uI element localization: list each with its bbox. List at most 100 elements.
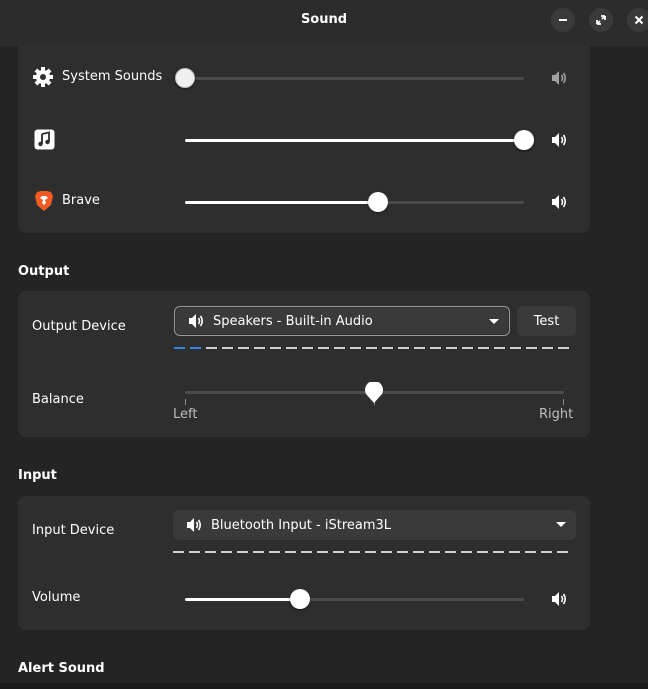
maximize-button[interactable] — [589, 8, 613, 32]
output-section-title: Output — [18, 264, 70, 279]
minimize-button[interactable] — [551, 8, 575, 32]
slider-knob[interactable] — [368, 192, 388, 212]
level-segment — [269, 551, 280, 553]
level-segment — [350, 347, 361, 349]
level-segment — [509, 551, 520, 553]
slider-fill — [185, 139, 524, 142]
level-segment — [286, 347, 297, 349]
speaker-icon — [187, 518, 202, 532]
level-segment — [270, 347, 281, 349]
system-sounds-volume-slider[interactable] — [175, 68, 524, 88]
level-segment — [382, 347, 393, 349]
music-note-icon — [33, 128, 55, 150]
level-segment — [446, 347, 457, 349]
input-volume-slider[interactable] — [185, 589, 524, 609]
level-segment — [430, 347, 441, 349]
input-section-title: Input — [18, 468, 57, 483]
level-segment — [526, 347, 537, 349]
level-segment — [238, 347, 249, 349]
slider-fill — [185, 598, 300, 601]
level-segment — [493, 551, 504, 553]
alert-sound-section-title: Alert Sound — [18, 661, 105, 676]
level-segment — [494, 347, 505, 349]
chevron-down-icon — [489, 319, 499, 324]
slider-knob[interactable] — [175, 68, 195, 88]
app-name-system-sounds: System Sounds — [62, 69, 163, 84]
level-segment — [557, 551, 568, 553]
level-segment — [302, 347, 313, 349]
level-segment — [429, 551, 440, 553]
level-segment — [397, 551, 408, 553]
level-segment — [205, 551, 216, 553]
minimize-icon — [559, 19, 567, 21]
level-segment — [461, 551, 472, 553]
level-segment — [541, 551, 552, 553]
level-segment — [254, 347, 265, 349]
speaker-icon[interactable] — [549, 192, 569, 212]
level-segment — [478, 347, 489, 349]
level-segment — [237, 551, 248, 553]
volume-label: Volume — [32, 590, 81, 605]
level-segment — [558, 347, 569, 349]
brave-volume-slider[interactable] — [185, 192, 524, 212]
balance-right-label: Right — [539, 407, 574, 422]
level-segment — [190, 347, 201, 349]
output-device-value: Speakers - Built-in Audio — [213, 313, 373, 329]
test-button[interactable]: Test — [517, 306, 576, 336]
speaker-dim-icon[interactable] — [549, 68, 569, 88]
output-device-dropdown[interactable]: Speakers - Built-in Audio — [174, 306, 510, 336]
level-segment — [174, 347, 185, 349]
level-segment — [366, 347, 377, 349]
level-segment — [510, 347, 521, 349]
window-edge — [618, 46, 648, 689]
brave-lion-icon — [33, 190, 55, 212]
level-segment — [542, 347, 553, 349]
level-segment — [477, 551, 488, 553]
desktop-background-strip — [0, 683, 648, 689]
level-segment — [525, 551, 536, 553]
speaker-icon — [189, 314, 204, 328]
level-segment — [189, 551, 200, 553]
level-segment — [222, 347, 233, 349]
slider-fill — [185, 201, 378, 204]
input-device-dropdown[interactable]: Bluetooth Input - iStream3L — [173, 510, 576, 540]
input-device-label: Input Device — [32, 523, 115, 538]
output-level-meter — [174, 347, 569, 349]
speaker-icon[interactable] — [549, 130, 569, 150]
level-segment — [285, 551, 296, 553]
level-segment — [365, 551, 376, 553]
input-device-value: Bluetooth Input - iStream3L — [211, 517, 392, 533]
level-segment — [221, 551, 232, 553]
level-segment — [381, 551, 392, 553]
level-segment — [318, 347, 329, 349]
slider-knob[interactable] — [290, 589, 310, 609]
balance-left-label: Left — [173, 407, 198, 422]
level-segment — [414, 347, 425, 349]
level-segment — [462, 347, 473, 349]
app-name-brave: Brave — [62, 193, 100, 208]
balance-tick-right — [563, 399, 564, 405]
level-segment — [206, 347, 217, 349]
level-segment — [349, 551, 360, 553]
music-volume-slider[interactable] — [185, 130, 534, 150]
level-segment — [445, 551, 456, 553]
balance-label: Balance — [32, 392, 84, 407]
level-segment — [301, 551, 312, 553]
level-segment — [413, 551, 424, 553]
header-bar: Sound — [0, 0, 648, 46]
balance-tick-left — [185, 399, 186, 405]
chevron-down-icon — [556, 522, 566, 527]
balance-knob[interactable] — [364, 382, 384, 404]
level-segment — [173, 551, 184, 553]
speaker-icon[interactable] — [549, 589, 569, 609]
output-device-label: Output Device — [32, 319, 126, 334]
gear-icon — [32, 66, 54, 88]
close-icon — [634, 15, 644, 25]
close-button[interactable] — [627, 8, 648, 32]
level-segment — [333, 551, 344, 553]
slider-knob[interactable] — [514, 130, 534, 150]
content-area: System Sounds Brave Output Output Device… — [0, 46, 618, 689]
input-level-meter — [173, 551, 568, 553]
maximize-icon — [596, 15, 606, 25]
level-segment — [398, 347, 409, 349]
